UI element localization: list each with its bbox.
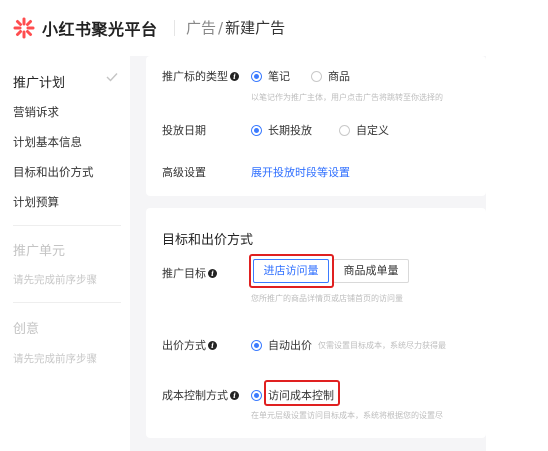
breadcrumb-separator: / [218,19,224,37]
sidebar-group-plan[interactable]: 推广计划 [13,72,65,91]
schedule-label: 投放日期 [162,124,206,137]
target-type-hint: 以笔记作为推广主体，用户点击广告将跳转至你选择的 [251,93,443,102]
info-icon[interactable]: i [230,72,239,81]
goal-label: 推广目标 i [162,265,217,281]
sidebar-item-goal-bid[interactable]: 目标和出价方式 [13,164,94,180]
advanced-label: 高级设置 [162,166,206,179]
info-icon[interactable]: i [208,269,217,278]
info-icon[interactable]: i [208,341,217,350]
logo-icon [13,17,35,39]
sidebar-item-marketing-goal[interactable]: 营销诉求 [13,104,59,120]
sidebar-divider [13,302,121,303]
sidebar-item-budget[interactable]: 计划预算 [13,194,59,210]
sidebar-group-unit: 推广单元 [13,244,66,259]
target-type-label: 推广标的类型 i [162,68,239,84]
sidebar-unit-hint: 请先完成前序步骤 [13,274,97,286]
goal-product-orders-button[interactable]: 商品成单量 [333,259,409,283]
radio-auto-bid[interactable]: 自动出价 仅需设置目标成本，系统尽力获得最 [251,337,478,353]
check-icon [106,73,118,82]
sidebar-creative-hint: 请先完成前序步骤 [13,353,97,365]
cost-control-hint: 在单元层级设置访问目标成本，系统将根据您的设置尽 [251,411,443,420]
radio-product[interactable]: 商品 [311,68,350,84]
bid-label: 出价方式 i [162,337,217,353]
breadcrumb: 广告 / 新建广告 [186,17,285,38]
breadcrumb-new-ad: 新建广告 [225,19,286,37]
sidebar-group-creative: 创意 [13,322,40,337]
right-panel [486,56,548,451]
radio-long-term[interactable]: 长期投放 [251,122,312,138]
cost-control-label: 成本控制方式 i [162,387,239,403]
bid-hint: 仅需设置目标成本，系统尽力获得最 [318,340,446,350]
radio-note[interactable]: 笔记 [251,68,290,84]
breadcrumb-ads[interactable]: 广告 [186,19,216,37]
goal-store-visits-button[interactable]: 进店访问量 [253,259,329,283]
brand-name: 小红书聚光平台 [42,20,158,39]
sidebar-divider [13,225,121,226]
expand-schedule-link[interactable]: 展开投放时段等设置 [251,164,350,180]
section-title: 目标和出价方式 [162,233,254,248]
radio-custom[interactable]: 自定义 [339,122,389,138]
goal-hint: 您所推广的商品详情页或店铺首页的访问量 [251,294,403,303]
info-icon[interactable]: i [230,391,239,400]
header-divider [174,20,175,36]
top-header: 小红书聚光平台 广告 / 新建广告 [0,0,548,56]
sidebar-item-plan-info[interactable]: 计划基本信息 [13,134,82,150]
radio-visit-cost-control[interactable]: 访问成本控制 [251,387,334,403]
